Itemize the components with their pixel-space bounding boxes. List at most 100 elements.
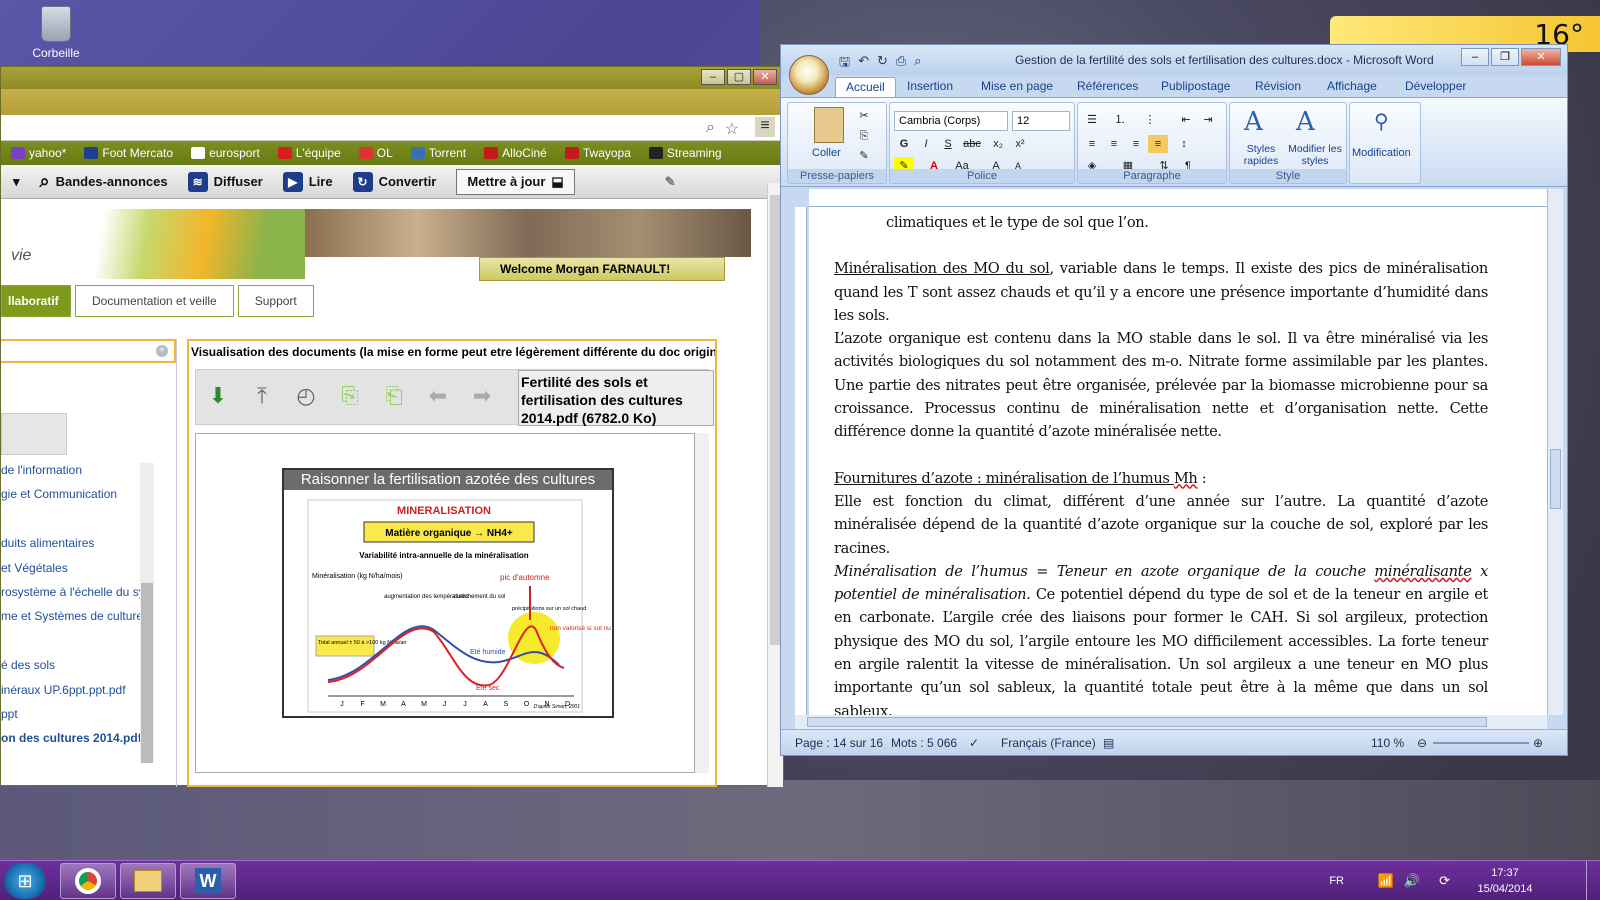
increase-indent-icon[interactable]: ⇥: [1198, 111, 1218, 129]
scroll-thumb[interactable]: [1550, 449, 1561, 509]
nav-tab-collaboratif[interactable]: llaboratif: [1, 285, 71, 317]
align-right-icon[interactable]: ≡: [1126, 135, 1146, 153]
list-item[interactable]: de l'information: [1, 463, 157, 487]
multilevel-list-icon[interactable]: ⋮: [1140, 111, 1160, 129]
change-styles-icon[interactable]: A: [1296, 107, 1315, 137]
star-icon[interactable]: ☆: [725, 119, 739, 139]
list-item[interactable]: inéraux UP.6ppt.ppt.pdf: [1, 683, 157, 707]
justify-icon[interactable]: ≡: [1148, 135, 1168, 153]
vertical-ruler[interactable]: [795, 207, 807, 715]
strikethrough-icon[interactable]: abc: [962, 135, 982, 153]
minimize-button[interactable]: ‒: [701, 69, 725, 85]
word-taskbar-button[interactable]: W: [180, 863, 236, 899]
upload-icon[interactable]: ⤒: [248, 382, 276, 410]
cut-icon[interactable]: ✂: [854, 107, 874, 125]
align-left-icon[interactable]: ≡: [1082, 135, 1102, 153]
bookmark-twayopa[interactable]: Twayopa: [564, 146, 631, 160]
zoom-level[interactable]: 110 %: [1371, 736, 1404, 750]
next-arrow-icon[interactable]: ➡: [468, 382, 496, 410]
superscript-icon[interactable]: x²: [1010, 135, 1030, 153]
list-item[interactable]: gie et Communication: [1, 487, 157, 511]
search-icon[interactable]: ⌕: [706, 119, 715, 137]
language-indicator[interactable]: Français (France): [1001, 736, 1096, 750]
show-desktop-button[interactable]: [1586, 861, 1600, 900]
scroll-thumb[interactable]: [807, 717, 1487, 727]
change-styles-button[interactable]: Modifier les styles: [1288, 143, 1342, 167]
word-count[interactable]: Mots : 5 066: [891, 736, 957, 750]
list-item[interactable]: et Végétales: [1, 561, 157, 585]
office-button[interactable]: [789, 55, 829, 95]
export-icon[interactable]: ⎗: [380, 382, 408, 410]
bookmark-yahoo[interactable]: yahoo*: [11, 146, 66, 160]
explorer-taskbar-button[interactable]: [120, 863, 176, 899]
horizontal-ruler[interactable]: [809, 189, 1547, 207]
scroll-thumb[interactable]: [141, 583, 153, 763]
font-size-select[interactable]: 12: [1012, 111, 1070, 131]
document-body[interactable]: climatiques et le type de sol que l’on. …: [834, 207, 1488, 715]
zoom-slider[interactable]: [1433, 742, 1529, 744]
preview-icon[interactable]: ⌕: [914, 53, 921, 75]
word-title-bar[interactable]: 🖫 ↶ ↻ ⎙ ⌕ Gestion de la fertilité des so…: [781, 45, 1567, 75]
broadcast-button[interactable]: ≋ Diffuser: [187, 171, 263, 192]
clock-date[interactable]: 15/04/2014: [1470, 883, 1540, 895]
numbering-icon[interactable]: ⒈: [1110, 111, 1130, 129]
zoom-in-icon[interactable]: ⊕: [1533, 736, 1543, 750]
line-spacing-icon[interactable]: ↕: [1174, 135, 1194, 153]
nav-tab-documentation[interactable]: Documentation et veille: [75, 285, 234, 317]
maximize-button[interactable]: ▢: [727, 69, 751, 85]
macro-icon[interactable]: ▤: [1103, 736, 1114, 750]
print-icon[interactable]: ⎙: [896, 53, 906, 75]
paste-button[interactable]: Coller: [812, 147, 841, 159]
list-item[interactable]: ppt: [1, 707, 157, 731]
list-item[interactable]: rosystème à l'échelle du sy: [1, 585, 157, 609]
bookmark-streaming[interactable]: Streaming: [648, 146, 722, 160]
panel-icons[interactable]: [1, 413, 67, 455]
left-panel-scrollbar[interactable]: [140, 463, 154, 763]
import-icon[interactable]: ⎘: [336, 382, 364, 410]
bookmark-torrent[interactable]: Torrent: [410, 146, 466, 160]
minimize-button[interactable]: ‒: [1461, 48, 1489, 66]
tab-revision[interactable]: Révision: [1255, 79, 1301, 93]
horizontal-scrollbar[interactable]: [795, 715, 1547, 729]
tab-publipostage[interactable]: Publipostage: [1161, 79, 1230, 93]
list-item[interactable]: me et Systèmes de culture: [1, 609, 157, 633]
expand-icon[interactable]: +: [156, 345, 168, 357]
editing-button[interactable]: Modification: [1352, 147, 1411, 159]
subscript-icon[interactable]: x₂: [988, 135, 1008, 153]
spellcheck-icon[interactable]: ✓: [969, 736, 979, 750]
sync-icon[interactable]: ⟳: [1439, 873, 1450, 889]
close-button[interactable]: ✕: [1521, 48, 1561, 66]
address-bar[interactable]: ⌕ ☆ ≡: [1, 115, 783, 141]
list-item[interactable]: é des sols: [1, 658, 157, 682]
update-button[interactable]: Mettre à jour ⬓: [456, 168, 575, 195]
bookmark-eurosport[interactable]: eurosport: [191, 146, 260, 160]
previous-arrow-icon[interactable]: ⬅: [424, 382, 452, 410]
underline-icon[interactable]: S: [938, 135, 958, 153]
dropdown-arrow[interactable]: ▾: [13, 174, 20, 190]
bookmark-ol[interactable]: OL: [358, 146, 393, 160]
binoculars-icon[interactable]: ⚲: [1374, 109, 1389, 134]
menu-icon[interactable]: ≡: [755, 117, 775, 137]
chrome-taskbar-button[interactable]: [60, 863, 116, 899]
document-scrollbar[interactable]: [1547, 189, 1563, 715]
wrench-icon[interactable]: ✎: [665, 174, 676, 190]
bookmark-foot-mercato[interactable]: Foot Mercato: [84, 146, 173, 160]
recycle-bin-desktop-icon[interactable]: Corbeille: [26, 6, 86, 60]
volume-icon[interactable]: 🔊: [1404, 873, 1420, 889]
tab-developper[interactable]: Développer: [1405, 79, 1466, 93]
bookmark-lequipe[interactable]: L'équipe: [277, 146, 341, 160]
font-name-select[interactable]: Cambria (Corps): [894, 111, 1008, 131]
network-icon[interactable]: 📶: [1378, 873, 1394, 889]
tab-accueil[interactable]: Accueil: [835, 77, 896, 97]
quick-styles-button[interactable]: Styles rapides: [1236, 143, 1286, 167]
page-indicator[interactable]: Page : 14 sur 16: [795, 736, 883, 750]
bullets-icon[interactable]: ☰: [1082, 111, 1102, 129]
bold-icon[interactable]: G: [894, 135, 914, 153]
copy-icon[interactable]: ⎘: [854, 127, 874, 145]
download-icon[interactable]: ⬇: [204, 382, 232, 410]
tab-references[interactable]: Références: [1077, 79, 1138, 93]
read-button[interactable]: ▶ Lire: [282, 171, 333, 192]
close-button[interactable]: ✕: [753, 69, 777, 85]
nav-tab-support[interactable]: Support: [237, 285, 314, 317]
clock-time[interactable]: 17:37: [1470, 867, 1540, 879]
